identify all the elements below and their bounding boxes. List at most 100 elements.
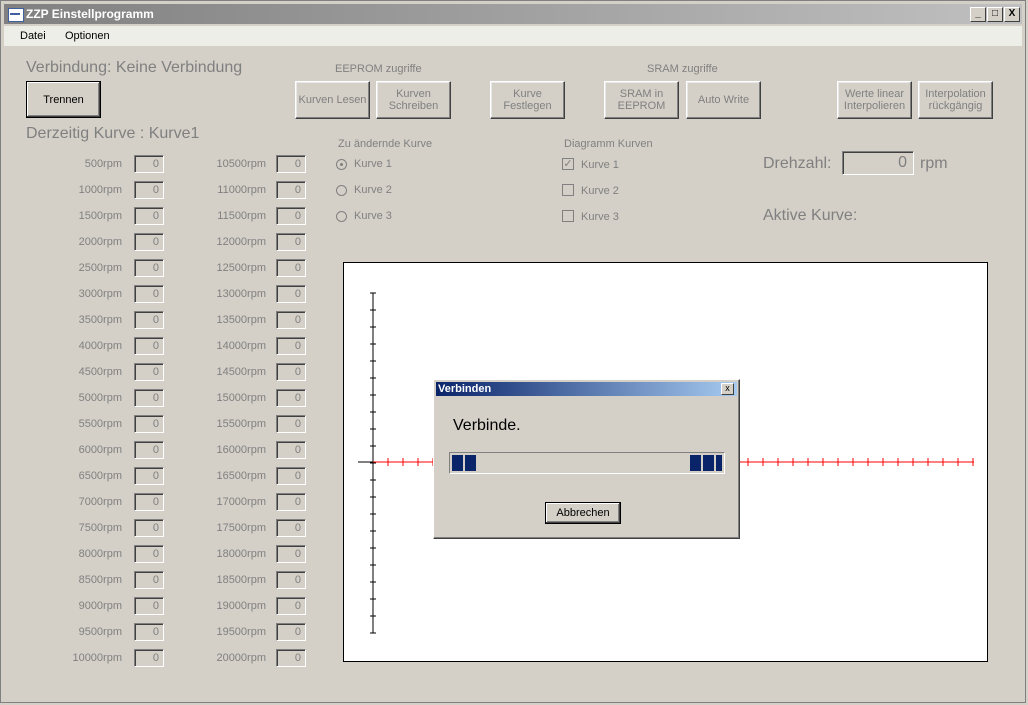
- rpm-value-field[interactable]: 0: [276, 519, 306, 537]
- rpm-value-field[interactable]: 0: [276, 623, 306, 641]
- speed-field: 0: [842, 151, 914, 175]
- rpm-value-field[interactable]: 0: [276, 311, 306, 329]
- rpm-label: 1500rpm: [78, 210, 122, 222]
- rpm-value-field[interactable]: 0: [134, 597, 164, 615]
- diagram-curve-3-checkbox[interactable]: [562, 210, 574, 222]
- rpm-value-field[interactable]: 0: [276, 233, 306, 251]
- edit-curve-title: Zu ändernde Kurve: [338, 138, 433, 150]
- menu-optionen[interactable]: Optionen: [65, 30, 110, 42]
- rpm-value-field[interactable]: 0: [276, 493, 306, 511]
- rpm-value-field[interactable]: 0: [276, 545, 306, 563]
- diagram-curve-1-label: Kurve 1: [581, 159, 619, 171]
- rpm-value-field[interactable]: 0: [134, 441, 164, 459]
- app-icon: [8, 8, 24, 22]
- rpm-value-field[interactable]: 0: [276, 389, 306, 407]
- rpm-value-field[interactable]: 0: [134, 649, 164, 667]
- rpm-value-field[interactable]: 0: [276, 571, 306, 589]
- rpm-label: 19000rpm: [216, 600, 266, 612]
- rpm-value-field[interactable]: 0: [134, 467, 164, 485]
- rpm-value-field[interactable]: 0: [276, 597, 306, 615]
- close-button[interactable]: X: [1004, 7, 1020, 22]
- diagram-curve-1-checkbox[interactable]: ✓: [562, 158, 574, 170]
- rpm-value-field[interactable]: 0: [134, 285, 164, 303]
- rpm-value-field[interactable]: 0: [134, 571, 164, 589]
- rpm-label: 17000rpm: [216, 496, 266, 508]
- cancel-button[interactable]: Abbrechen: [545, 502, 621, 524]
- interpolate-linear-button[interactable]: Werte linear Interpolieren: [837, 81, 912, 119]
- rpm-value-field[interactable]: 0: [134, 519, 164, 537]
- sram-title: SRAM zugriffe: [647, 63, 718, 75]
- progress-block: [452, 455, 463, 471]
- menu-datei[interactable]: Datei: [20, 30, 46, 42]
- connection-status: Verbindung: Keine Verbindung: [26, 59, 243, 76]
- undo-interpolation-button[interactable]: Interpolation rückgängig: [918, 81, 993, 119]
- edit-curve-1-radio[interactable]: [336, 159, 347, 170]
- minimize-button[interactable]: _: [970, 7, 986, 22]
- rpm-label: 3000rpm: [78, 288, 122, 300]
- rpm-label: 12000rpm: [216, 236, 266, 248]
- edit-curve-3-radio[interactable]: [336, 211, 347, 222]
- edit-curve-2-label: Kurve 2: [354, 184, 392, 196]
- rpm-label: 9000rpm: [78, 600, 122, 612]
- write-curves-button[interactable]: Kurven Schreiben: [376, 81, 451, 119]
- rpm-value-field[interactable]: 0: [276, 207, 306, 225]
- diagram-curve-2-checkbox[interactable]: [562, 184, 574, 196]
- current-curve-label: Derzeitig Kurve : Kurve1: [26, 125, 200, 142]
- speed-unit: rpm: [920, 155, 948, 172]
- rpm-value-field[interactable]: 0: [276, 337, 306, 355]
- rpm-label: 7000rpm: [78, 496, 122, 508]
- dialog-close-icon[interactable]: x: [721, 383, 734, 395]
- disconnect-button[interactable]: Trennen: [26, 81, 101, 118]
- dialog-title-bar[interactable]: Verbinden x: [436, 382, 737, 396]
- maximize-button[interactable]: □: [987, 7, 1003, 22]
- title-bar[interactable]: ZZP Einstellprogramm _ □ X: [4, 4, 1022, 24]
- rpm-value-field[interactable]: 0: [276, 155, 306, 173]
- rpm-label: 4500rpm: [78, 366, 122, 378]
- rpm-label: 11500rpm: [217, 210, 266, 222]
- rpm-value-field[interactable]: 0: [134, 389, 164, 407]
- rpm-value-field[interactable]: 0: [276, 415, 306, 433]
- rpm-label: 12500rpm: [216, 262, 266, 274]
- rpm-label: 20000rpm: [216, 652, 266, 664]
- edit-curve-3-label: Kurve 3: [354, 210, 392, 222]
- rpm-value-field[interactable]: 0: [276, 649, 306, 667]
- set-curve-button[interactable]: Kurve Festlegen: [490, 81, 565, 119]
- rpm-value-field[interactable]: 0: [134, 337, 164, 355]
- rpm-label: 15000rpm: [216, 392, 266, 404]
- rpm-label: 15500rpm: [216, 418, 266, 430]
- edit-curve-2-radio[interactable]: [336, 185, 347, 196]
- rpm-value-field[interactable]: 0: [276, 441, 306, 459]
- rpm-value-field[interactable]: 0: [134, 493, 164, 511]
- rpm-label: 18000rpm: [216, 548, 266, 560]
- window-title: ZZP Einstellprogramm: [26, 7, 154, 21]
- rpm-value-field[interactable]: 0: [134, 363, 164, 381]
- diagram-curve-3-label: Kurve 3: [581, 211, 619, 223]
- rpm-label: 14000rpm: [216, 340, 266, 352]
- rpm-label: 5500rpm: [78, 418, 122, 430]
- rpm-label: 17500rpm: [216, 522, 266, 534]
- rpm-value-field[interactable]: 0: [134, 545, 164, 563]
- progress-block: [690, 455, 701, 471]
- sram-to-eeprom-button[interactable]: SRAM in EEPROM: [604, 81, 679, 119]
- dialog-title: Verbinden: [438, 383, 492, 395]
- rpm-label: 11000rpm: [217, 184, 266, 196]
- rpm-label: 9500rpm: [78, 626, 122, 638]
- rpm-value-field[interactable]: 0: [134, 259, 164, 277]
- rpm-value-field[interactable]: 0: [276, 181, 306, 199]
- rpm-value-field[interactable]: 0: [134, 415, 164, 433]
- rpm-value-field[interactable]: 0: [134, 233, 164, 251]
- rpm-value-field[interactable]: 0: [276, 363, 306, 381]
- rpm-value-field[interactable]: 0: [134, 181, 164, 199]
- rpm-value-field[interactable]: 0: [276, 467, 306, 485]
- rpm-value-field[interactable]: 0: [134, 155, 164, 173]
- rpm-label: 16000rpm: [216, 444, 266, 456]
- read-curves-button[interactable]: Kurven Lesen: [295, 81, 370, 119]
- rpm-value-field[interactable]: 0: [134, 311, 164, 329]
- rpm-value-field[interactable]: 0: [134, 623, 164, 641]
- rpm-value-field[interactable]: 0: [134, 207, 164, 225]
- rpm-label: 13000rpm: [216, 288, 266, 300]
- auto-write-button[interactable]: Auto Write: [686, 81, 761, 119]
- rpm-value-field[interactable]: 0: [276, 259, 306, 277]
- rpm-value-field[interactable]: 0: [276, 285, 306, 303]
- rpm-label: 6000rpm: [78, 444, 122, 456]
